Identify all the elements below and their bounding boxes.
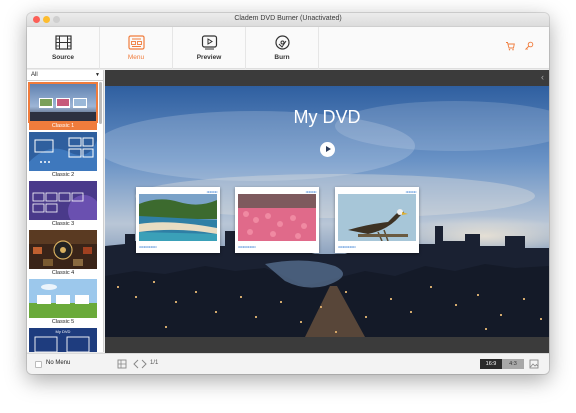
film-icon [55, 35, 72, 50]
disc-icon [275, 35, 290, 50]
tab-source-label: Source [51, 54, 75, 61]
chapter-thumbnail[interactable]: oooooo oooooooooo [335, 187, 419, 253]
tab-burn-label: Burn [274, 54, 290, 61]
template-item[interactable]: Classic 4 [29, 230, 97, 278]
sidebar-scrollbar[interactable] [99, 82, 102, 124]
ratio-4-3-button[interactable]: 4:3 [502, 359, 524, 369]
tab-preview[interactable]: Preview [173, 27, 246, 69]
collapse-panel-icon[interactable]: ‹ [541, 72, 544, 82]
chapter-thumbnail[interactable]: oooooo oooooooooo [136, 187, 220, 253]
chevron-down-icon: ▼ [95, 72, 100, 78]
next-page-icon[interactable] [140, 359, 148, 369]
play-button[interactable] [320, 142, 335, 157]
chapter-caption: oooooooooo [338, 244, 356, 249]
tab-source[interactable]: Source [27, 27, 100, 69]
prev-page-icon[interactable] [132, 359, 140, 369]
tab-menu[interactable]: Menu [100, 27, 173, 69]
ratio-16-9-button[interactable]: 16:9 [480, 359, 502, 369]
tab-preview-label: Preview [196, 54, 222, 61]
background-image-icon[interactable] [529, 359, 539, 369]
menu-title[interactable]: My DVD [105, 107, 549, 128]
page-indicator: 1/1 [150, 360, 159, 366]
menu-layout-icon [128, 35, 145, 50]
template-thumbnail [29, 230, 97, 269]
template-name: Classic 4 [51, 270, 75, 276]
canvas-bottom-bar [105, 337, 549, 353]
key-icon[interactable] [524, 41, 534, 51]
template-sidebar: All ▼ Classic 1 Classic 2 Classic 3 Clas… [27, 70, 104, 352]
chapter-caption: oooooooooo [139, 244, 157, 249]
template-thumbnail: My DVD [29, 328, 97, 352]
menu-preview-canvas: My DVD oooooo oooooooooo oooooo oooooooo… [105, 86, 549, 337]
layout-icon[interactable] [117, 359, 127, 369]
template-thumbnail [29, 279, 97, 318]
template-name: Classic 1 [29, 122, 97, 130]
flamingo-photo [238, 194, 316, 241]
template-name: Classic 5 [51, 319, 75, 325]
cart-icon[interactable] [505, 41, 515, 51]
canvas-top-bar: ‹ [105, 70, 549, 86]
no-menu-label: No Menu [46, 360, 71, 366]
eagle-photo [338, 194, 416, 241]
template-thumbnail [28, 82, 98, 123]
chapter-thumbnail[interactable]: oooooo oooooooooo [235, 187, 319, 253]
template-filter-value: All [31, 72, 38, 78]
template-item[interactable]: Classic 2 [29, 132, 97, 180]
template-filter-select[interactable]: All ▼ [27, 70, 103, 81]
template-item[interactable]: Classic 1 [28, 82, 98, 131]
template-thumbnail-title: My DVD [55, 329, 71, 334]
template-item[interactable]: My DVD [29, 328, 97, 352]
bottom-bar: No Menu 1/1 16:9 4:3 [27, 353, 549, 374]
preview-icon [201, 35, 218, 50]
main-toolbar: Source Menu Preview Burn [27, 27, 549, 69]
template-thumbnail [29, 181, 97, 220]
window-title: Cladem DVD Burner (Unactivated) [234, 15, 342, 22]
no-menu-checkbox[interactable] [35, 361, 42, 368]
template-item[interactable]: Classic 5 [29, 279, 97, 327]
beach-photo [139, 194, 217, 241]
tab-burn[interactable]: Burn [246, 27, 319, 69]
title-bar: Cladem DVD Burner (Unactivated) [27, 13, 549, 27]
chapter-caption: oooooooooo [238, 244, 256, 249]
tab-menu-label: Menu [127, 54, 145, 61]
template-thumbnail [29, 132, 97, 171]
template-name: Classic 2 [51, 172, 75, 178]
template-name: Classic 3 [51, 221, 75, 227]
app-window: Cladem DVD Burner (Unactivated) Source M… [27, 13, 549, 374]
template-item[interactable]: Classic 3 [29, 181, 97, 229]
